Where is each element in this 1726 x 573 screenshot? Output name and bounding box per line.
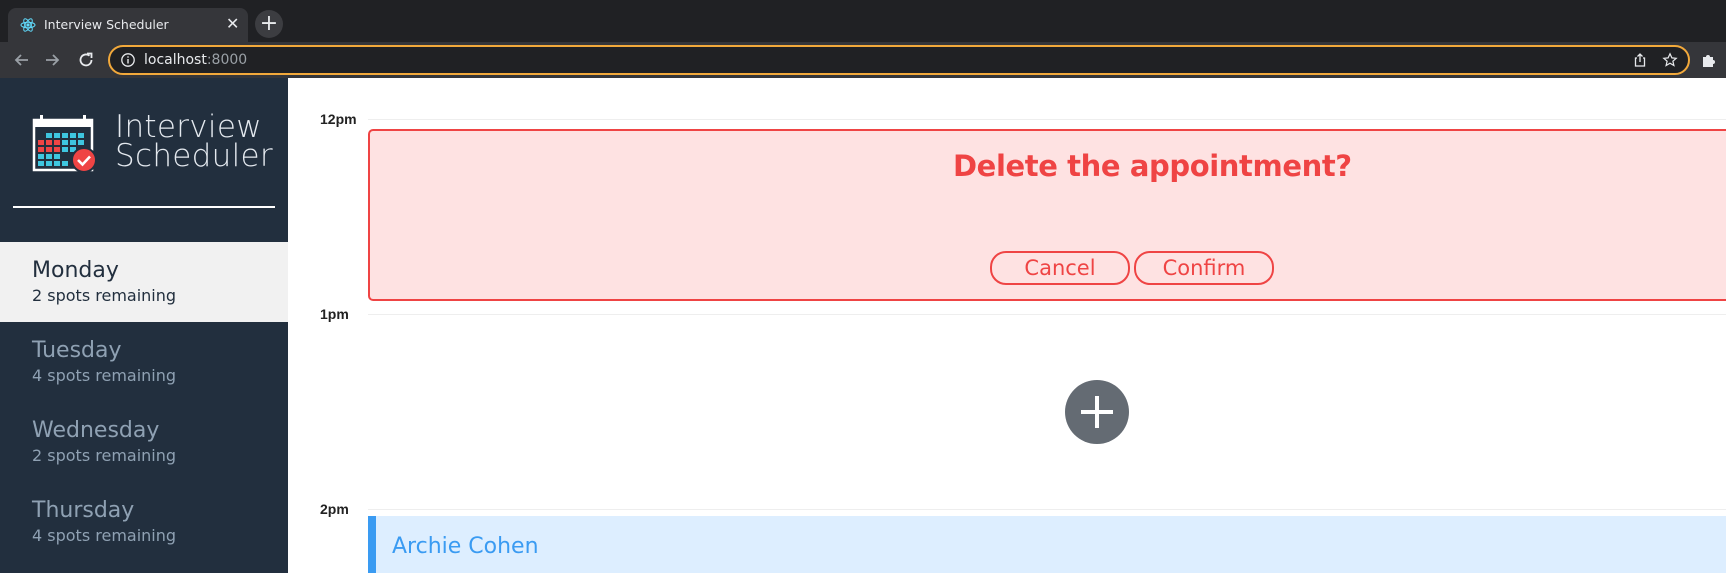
- day-spots: 2 spots remaining: [32, 446, 177, 465]
- browser-tab[interactable]: Interview Scheduler ✕: [8, 8, 248, 42]
- delete-confirm-card: Delete the appointment? Cancel Confirm: [368, 129, 1726, 301]
- time-slot-label: 12pm: [320, 111, 357, 127]
- plus-icon: [1081, 396, 1113, 428]
- address-bar[interactable]: localhost:8000: [108, 45, 1690, 75]
- star-icon[interactable]: [1662, 52, 1678, 68]
- reload-icon[interactable]: [76, 50, 96, 70]
- confirm-message: Delete the appointment?: [953, 149, 1352, 183]
- day-spots: 2 spots remaining: [32, 286, 177, 305]
- add-appointment-button[interactable]: [1065, 380, 1129, 444]
- new-tab-button[interactable]: +: [255, 10, 283, 38]
- browser-toolbar: localhost:8000: [0, 42, 1726, 78]
- day-spots: 4 spots remaining: [32, 526, 177, 545]
- brand-title: Interview Scheduler: [115, 112, 273, 174]
- time-divider: [368, 509, 1726, 510]
- time-divider: [368, 314, 1726, 315]
- student-name: Archie Cohen: [392, 534, 539, 559]
- calendar-check-icon: [32, 115, 97, 173]
- day-item-tuesday[interactable]: Tuesday 4 spots remaining: [0, 322, 288, 402]
- day-name: Tuesday: [32, 338, 122, 363]
- close-tab-icon[interactable]: ✕: [226, 16, 239, 32]
- time-slot-label: 2pm: [320, 501, 349, 517]
- time-divider: [368, 119, 1726, 120]
- sidebar-divider: [13, 206, 275, 208]
- day-list: Monday 2 spots remaining Tuesday 4 spots…: [0, 242, 288, 562]
- puzzle-piece-icon[interactable]: [1700, 51, 1718, 69]
- share-icon[interactable]: [1632, 52, 1648, 68]
- day-item-wednesday[interactable]: Wednesday 2 spots remaining: [0, 402, 288, 482]
- react-atom-icon: [20, 18, 36, 32]
- app: Interview Scheduler Monday 2 spots remai…: [0, 78, 1726, 573]
- day-item-monday[interactable]: Monday 2 spots remaining: [0, 242, 288, 322]
- browser-tab-strip: Interview Scheduler ✕ +: [0, 0, 1726, 42]
- url-port: :8000: [206, 52, 248, 68]
- back-arrow-icon[interactable]: [12, 50, 32, 70]
- tab-title: Interview Scheduler: [44, 17, 169, 32]
- sidebar: Interview Scheduler Monday 2 spots remai…: [0, 78, 288, 573]
- time-slot-label: 1pm: [320, 306, 349, 322]
- site-info-icon[interactable]: [120, 52, 136, 68]
- forward-arrow-icon[interactable]: [42, 50, 62, 70]
- confirm-button[interactable]: Confirm: [1134, 251, 1274, 285]
- day-name: Wednesday: [32, 418, 160, 443]
- cancel-button[interactable]: Cancel: [990, 251, 1130, 285]
- url-host: localhost: [144, 52, 207, 68]
- day-item-thursday[interactable]: Thursday 4 spots remaining: [0, 482, 288, 562]
- appointment-card[interactable]: Archie Cohen: [368, 516, 1726, 573]
- url-text: localhost:8000: [144, 52, 247, 68]
- brand-line-2: Scheduler: [115, 138, 273, 174]
- day-name: Thursday: [32, 498, 135, 523]
- day-spots: 4 spots remaining: [32, 366, 177, 385]
- schedule: 12pm Delete the appointment? Cancel Conf…: [288, 78, 1726, 573]
- day-name: Monday: [32, 258, 119, 283]
